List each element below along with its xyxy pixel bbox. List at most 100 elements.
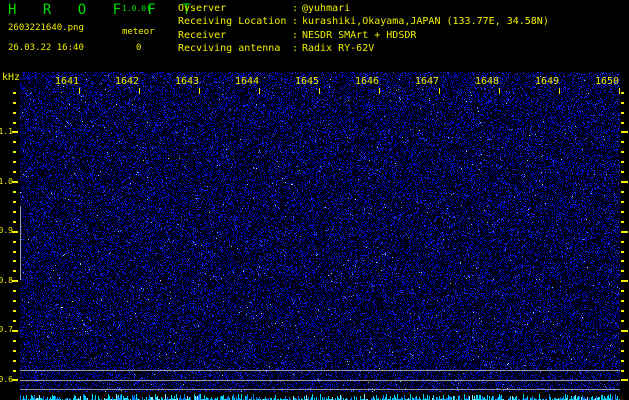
signal-level-strip bbox=[20, 392, 620, 400]
tick-mark bbox=[13, 221, 16, 223]
tick-mark bbox=[13, 360, 16, 362]
time-tick-label: 1646 bbox=[355, 76, 380, 87]
carrier-reference-line-middle bbox=[20, 380, 620, 381]
info-row-location: Receiving Location: kurashiki,Okayama,JAP… bbox=[178, 16, 549, 27]
app-title: H R O F F T bbox=[8, 2, 200, 18]
tick-mark bbox=[13, 340, 16, 342]
tick-mark bbox=[13, 310, 16, 312]
tick-mark bbox=[621, 211, 624, 213]
tick-mark bbox=[621, 300, 624, 302]
time-tick-label: 1643 bbox=[175, 76, 200, 87]
tick-mark bbox=[13, 141, 16, 143]
freq-axis-unit: kHz bbox=[2, 72, 21, 83]
tick-mark bbox=[13, 161, 16, 163]
tick-mark bbox=[621, 201, 624, 203]
app-version: 1.0.0f bbox=[122, 4, 151, 13]
time-tick-label: 1641 bbox=[55, 76, 80, 87]
tick-mark bbox=[379, 88, 380, 94]
capture-filename: 2603221640.png bbox=[8, 23, 84, 33]
tick-mark bbox=[621, 251, 624, 253]
tick-mark bbox=[13, 290, 16, 292]
tick-mark bbox=[621, 290, 624, 292]
tick-mark bbox=[621, 280, 628, 282]
tick-mark bbox=[439, 88, 440, 94]
tick-mark bbox=[621, 102, 624, 104]
info-separator: : bbox=[292, 3, 299, 14]
info-row-observer: Ovserver: @yuhmari bbox=[178, 3, 350, 14]
time-tick-label: 1642 bbox=[115, 76, 140, 87]
tick-mark bbox=[13, 241, 16, 243]
tick-mark bbox=[619, 88, 620, 94]
info-value: kurashiki,Okayama,JAPAN (133.77E, 34.58N… bbox=[302, 16, 549, 27]
tick-mark bbox=[13, 92, 16, 94]
tick-mark bbox=[621, 350, 624, 352]
tick-mark bbox=[621, 112, 624, 114]
tick-mark bbox=[13, 300, 16, 302]
tick-mark bbox=[139, 88, 140, 94]
tick-mark bbox=[621, 241, 624, 243]
time-tick-label: 1648 bbox=[475, 76, 500, 87]
tick-mark bbox=[621, 370, 624, 372]
info-value: @yuhmari bbox=[302, 3, 351, 14]
tick-mark bbox=[12, 330, 18, 332]
info-separator: : bbox=[292, 43, 299, 54]
tick-mark bbox=[621, 181, 628, 183]
tick-mark bbox=[621, 122, 624, 124]
tick-mark bbox=[259, 88, 260, 94]
time-tick-label: 1644 bbox=[235, 76, 260, 87]
tick-mark bbox=[13, 122, 16, 124]
tick-mark bbox=[13, 370, 16, 372]
meteor-count-value: 0 bbox=[136, 43, 142, 53]
tick-mark bbox=[12, 181, 18, 183]
tick-mark bbox=[12, 231, 18, 233]
tick-mark bbox=[13, 201, 16, 203]
tick-mark bbox=[12, 131, 18, 133]
left-edge-marker-line bbox=[20, 206, 21, 280]
tick-mark bbox=[621, 141, 624, 143]
hrofft-window: H R O F F T 1.0.0f 2603221640.png meteor… bbox=[0, 0, 629, 400]
tick-mark bbox=[559, 88, 560, 94]
tick-mark bbox=[621, 360, 624, 362]
tick-mark bbox=[621, 330, 628, 332]
tick-mark bbox=[621, 270, 624, 272]
tick-mark bbox=[621, 171, 624, 173]
tick-mark bbox=[621, 221, 624, 223]
tick-mark bbox=[13, 151, 16, 153]
carrier-reference-line-lower bbox=[20, 389, 620, 390]
tick-mark bbox=[13, 270, 16, 272]
info-value: NESDR SMArt + HDSDR bbox=[302, 30, 417, 41]
info-label: Receiver bbox=[178, 30, 227, 41]
tick-mark bbox=[621, 320, 624, 322]
tick-mark bbox=[621, 260, 624, 262]
tick-mark bbox=[12, 280, 18, 282]
tick-mark bbox=[13, 171, 16, 173]
tick-mark bbox=[621, 379, 628, 381]
spectrogram-canvas bbox=[20, 72, 620, 392]
tick-mark bbox=[12, 379, 18, 381]
tick-mark bbox=[13, 251, 16, 253]
tick-mark bbox=[13, 320, 16, 322]
tick-mark bbox=[13, 211, 16, 213]
carrier-reference-line-upper bbox=[20, 370, 620, 371]
tick-mark bbox=[79, 88, 80, 94]
tick-mark bbox=[621, 310, 624, 312]
tick-mark bbox=[13, 260, 16, 262]
info-row-receiver: Receiver: NESDR SMArt + HDSDR bbox=[178, 30, 416, 41]
info-value: Radix RY-62V bbox=[302, 43, 375, 54]
tick-mark bbox=[621, 161, 624, 163]
info-label: Receiving Location bbox=[178, 16, 287, 27]
tick-mark bbox=[199, 88, 200, 94]
tick-mark bbox=[13, 112, 16, 114]
info-separator: : bbox=[292, 30, 299, 41]
time-tick-label: 1649 bbox=[535, 76, 560, 87]
time-tick-label: 1647 bbox=[415, 76, 440, 87]
capture-datetime: 26.03.22 16:40 bbox=[8, 43, 84, 53]
meteor-count-label: meteor bbox=[122, 27, 155, 37]
tick-mark bbox=[621, 131, 628, 133]
tick-mark bbox=[621, 340, 624, 342]
info-separator: : bbox=[292, 16, 299, 27]
tick-mark bbox=[13, 102, 16, 104]
tick-mark bbox=[621, 151, 624, 153]
tick-mark bbox=[319, 88, 320, 94]
tick-mark bbox=[13, 191, 16, 193]
